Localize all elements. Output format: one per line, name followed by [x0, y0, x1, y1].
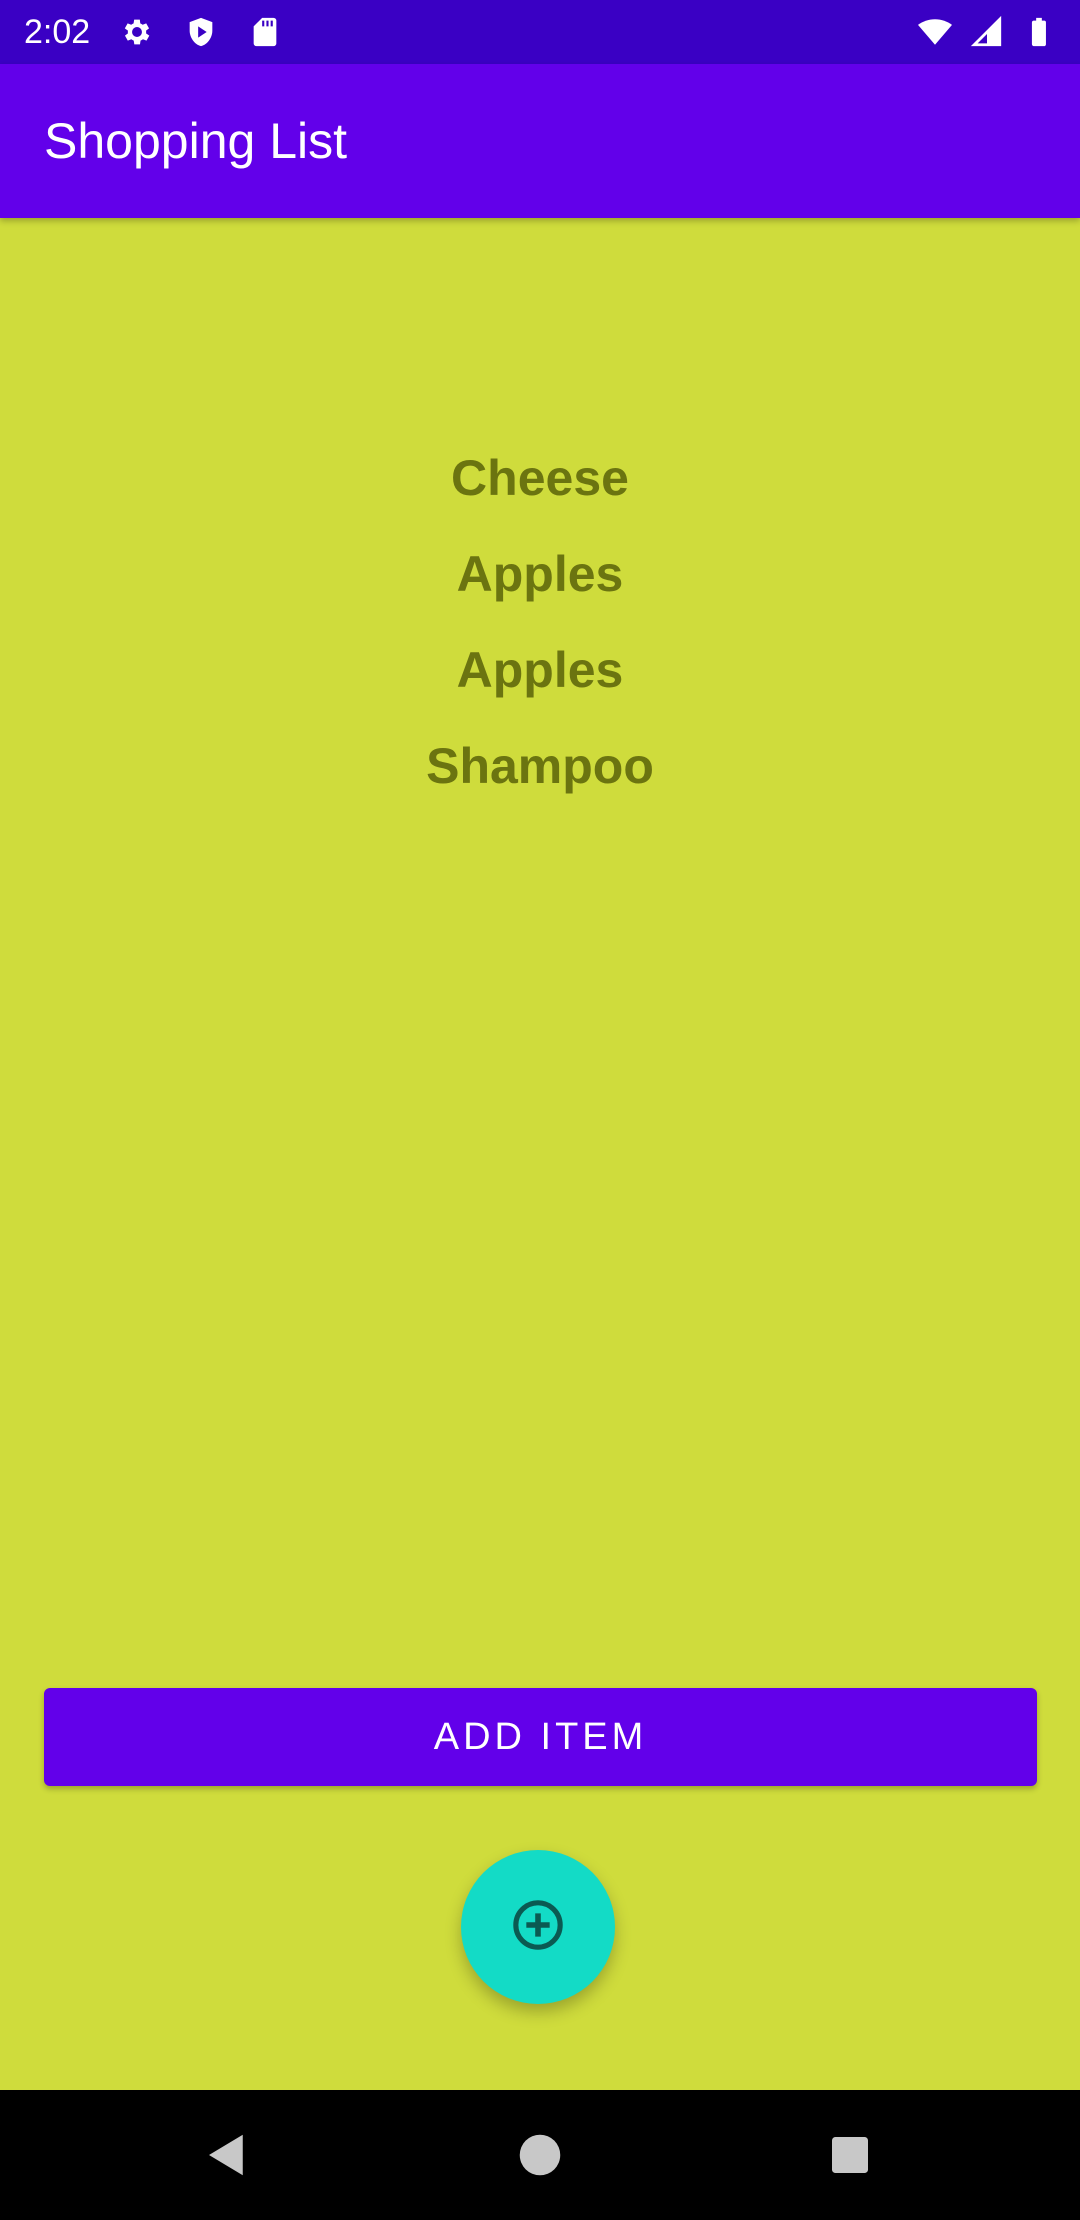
wifi-icon [918, 15, 952, 49]
app-title: Shopping List [44, 113, 348, 169]
status-right [918, 15, 1056, 49]
battery-icon [1022, 15, 1056, 49]
status-bar: 2:02 [0, 0, 1080, 64]
back-icon[interactable] [200, 2128, 254, 2182]
add-item-button-label: ADD ITEM [433, 1715, 648, 1758]
list-item[interactable]: Apples [457, 622, 624, 718]
cellular-signal-icon [970, 15, 1004, 49]
shield-play-icon [184, 15, 218, 49]
shopping-list: Cheese Apples Apples Shampoo [0, 430, 1080, 814]
app-bar: Shopping List [0, 64, 1080, 218]
add-item-button[interactable]: ADD ITEM [44, 1688, 1037, 1786]
list-item[interactable]: Cheese [451, 430, 629, 526]
list-item[interactable]: Shampoo [426, 718, 654, 814]
gear-icon [120, 15, 154, 49]
status-left: 2:02 [24, 13, 282, 52]
add-circle-icon [510, 1897, 566, 1957]
navigation-bar [0, 2090, 1080, 2220]
home-icon[interactable] [513, 2128, 567, 2182]
recents-icon[interactable] [823, 2128, 877, 2182]
add-fab-button[interactable] [461, 1850, 615, 2004]
status-time: 2:02 [24, 12, 91, 51]
list-item[interactable]: Apples [457, 526, 624, 622]
sd-card-icon [248, 15, 282, 49]
